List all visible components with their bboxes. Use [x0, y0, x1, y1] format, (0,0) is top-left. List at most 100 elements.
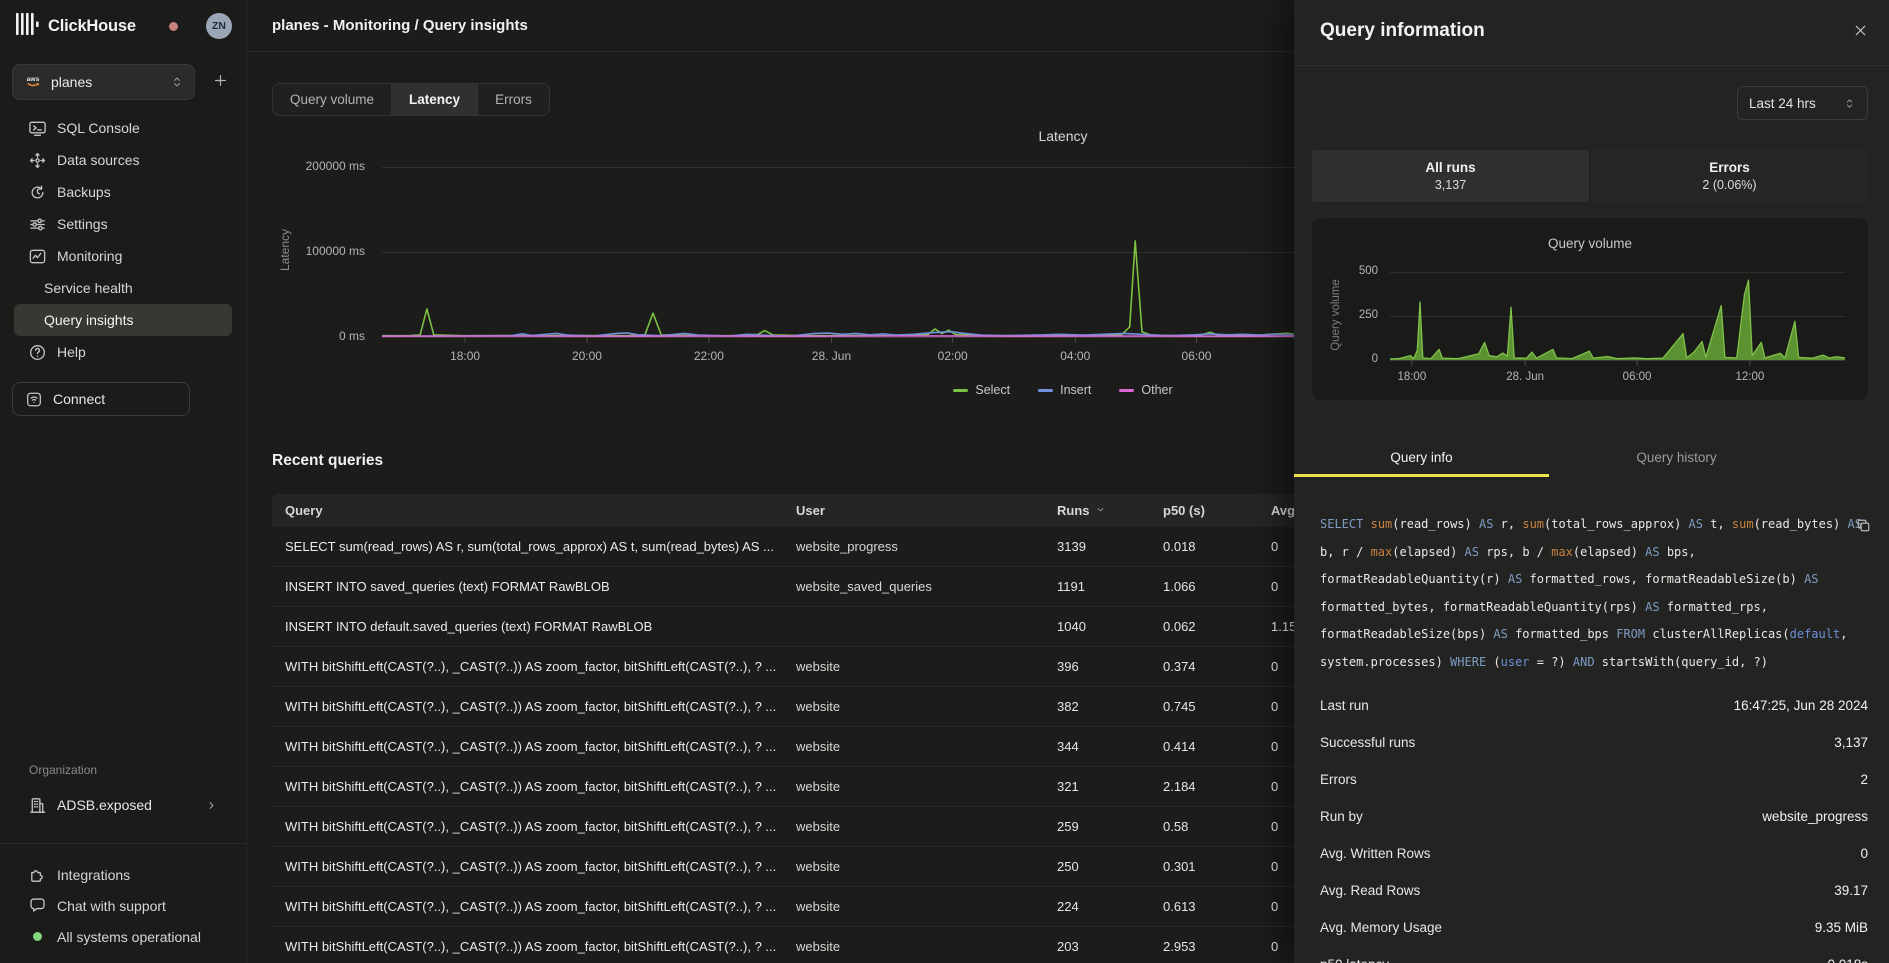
cell-user: website [796, 859, 1057, 874]
sort-caret-icon [1095, 503, 1106, 518]
close-icon[interactable] [1851, 22, 1869, 40]
x-tick-label: 04:00 [1060, 349, 1090, 363]
cell-runs: 382 [1057, 699, 1163, 714]
summary-tab-all-runs[interactable]: All runs3,137 [1312, 150, 1589, 202]
monitoring-icon [28, 247, 47, 266]
sidebar-item-label: Service health [44, 280, 133, 296]
sidebar-item-system-status[interactable]: All systems operational [14, 921, 232, 952]
query-information-panel: Query information Last 24 hrs All runs3,… [1294, 0, 1889, 963]
tab-query-history[interactable]: Query history [1549, 441, 1804, 477]
query-stats: Last run16:47:25, Jun 28 2024Successful … [1320, 687, 1868, 963]
sidebar-item-integrations[interactable]: Integrations [14, 859, 232, 890]
x-tick-label: 18:00 [450, 349, 480, 363]
x-tick-label: 06:00 [1181, 349, 1211, 363]
sidebar-item-settings[interactable]: Settings [14, 208, 232, 240]
sidebar-item-data-sources[interactable]: Data sources [14, 144, 232, 176]
column-header-runs[interactable]: Runs [1057, 503, 1163, 518]
cell-query: WITH bitShiftLeft(CAST(?..), _CAST(?..))… [285, 939, 796, 954]
cell-query: WITH bitShiftLeft(CAST(?..), _CAST(?..))… [285, 739, 796, 754]
stat-row: Run bywebsite_progress [1320, 798, 1868, 835]
brand-name: ClickHouse [48, 17, 136, 36]
cell-query: WITH bitShiftLeft(CAST(?..), _CAST(?..))… [285, 779, 796, 794]
add-service-button[interactable] [207, 68, 234, 96]
stat-row: Avg. Memory Usage 9.35 MiB [1320, 909, 1868, 946]
settings-icon [28, 215, 47, 234]
cell-p50: 1.066 [1163, 579, 1271, 594]
panel-header: Query information [1294, 0, 1889, 66]
tab-latency[interactable]: Latency [391, 84, 477, 115]
cell-query: INSERT INTO default.saved_queries (text)… [285, 619, 796, 634]
legend-label: Other [1141, 383, 1172, 397]
help-icon [28, 343, 47, 362]
cell-query: WITH bitShiftLeft(CAST(?..), _CAST(?..))… [285, 859, 796, 874]
sidebar-item-service-health[interactable]: Service health [14, 272, 232, 304]
tab-query-volume[interactable]: Query volume [273, 84, 391, 115]
avatar[interactable]: ZN [206, 13, 232, 39]
cell-p50: 0.062 [1163, 619, 1271, 634]
sidebar-item-label: Help [57, 344, 86, 360]
volume-plot-area [1390, 258, 1845, 373]
sidebar-item-organization[interactable]: ADSB.exposed [14, 789, 232, 821]
stat-row: Avg. Read Rows39.17 [1320, 872, 1868, 909]
sidebar-item-label: All systems operational [57, 929, 201, 945]
query-detail-tabs: Query infoQuery history [1294, 441, 1804, 477]
stat-value: 9.35 MiB [1815, 920, 1868, 935]
y-tick-label: 250 [1342, 309, 1378, 321]
x-tick-label: 02:00 [938, 349, 968, 363]
chevron-right-icon [205, 799, 218, 812]
tab-query-info[interactable]: Query info [1294, 441, 1549, 477]
stat-value: 0.018s [1827, 957, 1868, 963]
legend-swatch [1038, 389, 1053, 392]
stat-value: 0 [1860, 846, 1868, 861]
stat-label: Run by [1320, 809, 1363, 824]
cell-runs: 321 [1057, 779, 1163, 794]
sidebar-divider [0, 843, 246, 844]
cell-p50: 0.745 [1163, 699, 1271, 714]
summary-tabs: All runs3,137Errors2 (0.06%) [1312, 150, 1868, 202]
legend-item-insert[interactable]: Insert [1038, 383, 1091, 397]
time-range-value: Last 24 hrs [1749, 96, 1816, 111]
sidebar-nav: SQL ConsoleData sourcesBackups Settings Mo… [14, 112, 232, 368]
legend-label: Insert [1060, 383, 1091, 397]
copy-icon[interactable] [1854, 517, 1872, 535]
service-name: planes [51, 74, 92, 90]
legend-item-other[interactable]: Other [1119, 383, 1172, 397]
cell-query: WITH bitShiftLeft(CAST(?..), _CAST(?..))… [285, 659, 796, 674]
cell-p50: 0.58 [1163, 819, 1271, 834]
sidebar: ClickHouse ZN aws planes SQL ConsoleData… [0, 0, 247, 963]
summary-tab-errors[interactable]: Errors2 (0.06%) [1591, 150, 1868, 202]
notification-dot-icon [169, 22, 178, 31]
data-icon [28, 151, 47, 170]
stat-value: 2 [1860, 772, 1868, 787]
x-tick-label: 28. Jun [812, 349, 851, 363]
service-selector[interactable]: aws planes [12, 64, 195, 100]
cell-runs: 3139 [1057, 539, 1163, 554]
sidebar-item-chat-with-support[interactable]: Chat with support [14, 890, 232, 921]
cell-user: website [796, 899, 1057, 914]
stat-label: Avg. Written Rows [1320, 846, 1431, 861]
stat-label: Last run [1320, 698, 1369, 713]
stat-label: Avg. Read Rows [1320, 883, 1420, 898]
y-tick-label: 200000 ms [267, 159, 365, 173]
cell-user: website_saved_queries [796, 579, 1057, 594]
sidebar-item-query-insights[interactable]: Query insights [14, 304, 232, 336]
legend-item-select[interactable]: Select [953, 383, 1010, 397]
stat-label: Avg. Memory Usage [1320, 920, 1442, 935]
summary-tab-value: 3,137 [1435, 178, 1466, 192]
cell-user: website [796, 939, 1057, 954]
y-tick-label: 0 [1342, 353, 1378, 365]
sidebar-item-label: Settings [57, 216, 108, 232]
sidebar-item-help[interactable]: Help [14, 336, 232, 368]
cell-user: website_progress [796, 539, 1057, 554]
sidebar-item-monitoring[interactable]: Monitoring [14, 240, 232, 272]
cell-runs: 344 [1057, 739, 1163, 754]
time-range-select[interactable]: Last 24 hrs [1737, 86, 1868, 120]
connect-button[interactable]: Connect [12, 382, 190, 416]
sidebar-item-sql-console[interactable]: SQL Console [14, 112, 232, 144]
sidebar-item-backups[interactable]: Backups [14, 176, 232, 208]
cell-query: WITH bitShiftLeft(CAST(?..), _CAST(?..))… [285, 699, 796, 714]
cell-query: WITH bitShiftLeft(CAST(?..), _CAST(?..))… [285, 819, 796, 834]
legend-swatch [1119, 389, 1134, 392]
tab-errors[interactable]: Errors [477, 84, 549, 115]
cell-p50: 0.414 [1163, 739, 1271, 754]
